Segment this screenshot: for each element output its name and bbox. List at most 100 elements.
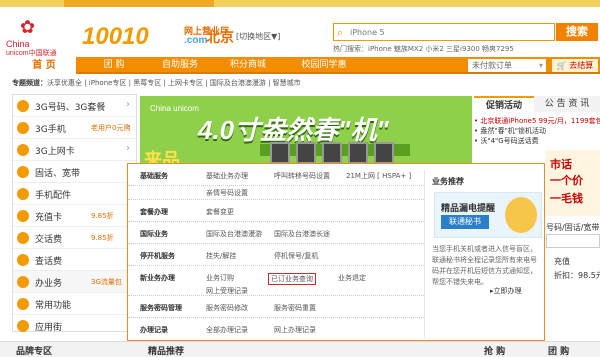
category-label: 交话费 xyxy=(35,235,63,245)
popup-row-head: 国际业务 xyxy=(140,230,168,238)
brand[interactable]: 10010 网上营业厅 .com xyxy=(82,23,229,51)
category-label: 3G上网卡 xyxy=(35,147,75,157)
popup-link[interactable]: 国际及台港澳长途 xyxy=(274,229,330,239)
nav-group-buy[interactable]: 团 购 xyxy=(84,57,144,74)
unpaid-orders[interactable]: 未付款订单 ▾ xyxy=(468,59,546,72)
nav-self-service[interactable]: 自助服务 xyxy=(148,57,212,74)
category-item[interactable]: 3G号码、3G套餐 › xyxy=(13,95,136,117)
popup-link[interactable]: 基础业务办理 xyxy=(206,171,248,181)
search-input[interactable] xyxy=(350,25,550,39)
popup-row: 新业务办理 业务订购 已订业务查询 业务退定 网上受理记录 xyxy=(128,266,424,296)
side-ad[interactable]: 市话 一个价 一毛钱 xyxy=(546,150,600,216)
cart-button[interactable]: 🛒 去结算 xyxy=(552,59,598,72)
popup-recommend: 业务推荐 精品漏电提醒 联通秘书 当您手机关机或者进入信号盲区，联通秘书将全程记… xyxy=(432,164,542,342)
phone-image xyxy=(322,142,342,164)
chevron-right-icon: › xyxy=(126,143,130,154)
popup-row: 服务密码管理 服务密码修改 服务密码重置 xyxy=(128,296,424,318)
banner-logo: China unicom xyxy=(150,104,199,113)
popup-link[interactable]: 停机保号/复机 xyxy=(274,251,318,261)
popup-link[interactable]: 国际及台港澳漫游 xyxy=(206,229,262,239)
category-item[interactable]: 3G手机 老用户0元购 › xyxy=(13,117,136,139)
accessory-icon xyxy=(17,188,29,200)
recommend-ad[interactable]: 精品漏电提醒 联通秘书 xyxy=(434,192,542,238)
business-dropdown: 基础服务 基础业务办理 呼叫转移号码设置 21M上网 [ HSPA+ ] 亲情号… xyxy=(127,163,545,341)
tab-announcements[interactable]: 公 告 资 讯 xyxy=(534,96,600,112)
category-promo: 3G流量包 xyxy=(91,278,122,286)
nav-campus[interactable]: 校园同学惠 xyxy=(284,57,364,74)
nav-points-mall[interactable]: 积分商城 xyxy=(216,57,280,74)
tab-group-buy[interactable]: 团 购 xyxy=(548,344,569,357)
category-label: 常用功能 xyxy=(35,301,72,311)
hot-search[interactable]: 热门搜索：iPhone 魅族MX2 小米2 三星i9300 畅爽7295 xyxy=(333,44,514,54)
brand-domain: .com xyxy=(184,35,208,46)
tab-flash-sale[interactable]: 抢 购 xyxy=(484,344,505,357)
category-item[interactable]: 交话费9.85折› xyxy=(13,227,136,249)
brand-zone-title: 品牌专区 xyxy=(16,347,53,357)
popup-row-head: 停开机服务 xyxy=(140,252,175,260)
category-label: 3G号码、3G套餐 xyxy=(35,103,106,113)
popup-row-head: 新业务办理 xyxy=(140,274,175,282)
promo-banner[interactable]: China unicom 4.0寸盎然春"机" 来品 xyxy=(140,96,472,170)
category-item[interactable]: 查话费› xyxy=(13,249,136,271)
category-promo: 9.85折 xyxy=(91,212,114,220)
popup-link[interactable]: 服务密码修改 xyxy=(206,303,248,313)
category-label: 手机配件 xyxy=(35,191,72,201)
category-item[interactable]: 3G上网卡 › xyxy=(13,139,136,161)
popup-link[interactable]: 套餐变更 xyxy=(206,207,234,217)
main-nav: 首 页 团 购 自助服务 积分商城 校园同学惠 未付款订单 ▾ 🛒 去结算 xyxy=(12,57,600,74)
pay-icon xyxy=(17,232,29,244)
apply-now-link[interactable]: ▸立即办理 xyxy=(490,286,522,296)
category-label: 固话、宽带 xyxy=(35,169,81,179)
category-label: 充值卡 xyxy=(35,213,63,223)
recommend-desc: 当您手机关机或者进入信号盲区，联通秘书将全程记录您所有来电号码并在您开机后短信方… xyxy=(432,245,537,286)
unicom-logo[interactable]: ✿ China unicom中国联通 xyxy=(6,17,76,58)
promo-item[interactable]: • 盎然"春"机"锁机活动 xyxy=(474,126,600,136)
ad-line: 一毛钱 xyxy=(550,192,583,205)
city-label: 北京 xyxy=(206,30,234,46)
category-item[interactable]: 充值卡9.85折› xyxy=(13,205,136,227)
top-banner xyxy=(64,0,214,7)
right-tabs: 促销活动 公 告 资 讯 xyxy=(474,96,600,112)
popup-link[interactable]: 21M上网 [ HSPA+ ] xyxy=(346,171,411,181)
search-button[interactable]: 搜索 xyxy=(556,23,598,41)
popup-link[interactable]: 亲情号码设置 xyxy=(206,188,248,198)
popup-row: 办理记录 全部办理记录 网上办理记录 xyxy=(128,318,424,340)
popup-row: 国际业务 国际及台港澳漫游 国际及台港澳长途 xyxy=(128,222,424,244)
category-item[interactable]: 手机配件› xyxy=(13,183,136,205)
popup-link[interactable]: 挂失/解挂 xyxy=(206,251,236,261)
popup-link[interactable]: 网上受理记录 xyxy=(206,286,248,296)
category-item[interactable]: 应用街› xyxy=(13,315,136,337)
popup-link[interactable]: 业务退定 xyxy=(338,273,366,283)
popup-row: 停开机服务 挂失/解挂 停机保号/复机 xyxy=(128,244,424,266)
popup-link[interactable]: 网上办理记录 xyxy=(274,325,316,335)
business-icon xyxy=(17,276,29,288)
category-label: 查话费 xyxy=(35,257,63,267)
header: ✿ China unicom中国联通 10010 网上营业厅 .com 北京 [… xyxy=(0,7,600,57)
popup-row-head: 办理记录 xyxy=(140,326,168,334)
subnav-label: 专题频道： xyxy=(12,79,47,87)
chevron-right-icon: › xyxy=(126,121,130,132)
popup-link[interactable]: 全部办理记录 xyxy=(206,325,248,335)
popup-link[interactable]: 服务密码重置 xyxy=(274,303,316,313)
category-item-selected[interactable]: 办业务 3G流量包 xyxy=(13,271,136,293)
promo-item[interactable]: • 沃"4"G号码送话费 xyxy=(474,136,600,146)
tab-promotions[interactable]: 促销活动 xyxy=(474,96,534,112)
city-switch-link[interactable]: [切换地区▼] xyxy=(236,31,280,42)
number-icon xyxy=(17,100,29,112)
ad-line: 市话 xyxy=(550,158,572,171)
cart-label: 去结算 xyxy=(569,61,594,70)
popup-link[interactable]: 业务订购 xyxy=(206,273,234,283)
top-strip xyxy=(0,0,600,7)
knot-icon: ✿ xyxy=(20,17,36,38)
subnav-links[interactable]: 沃享优惠全 | iPhone专区 | 黑莓专区 | 上网卡专区 | 国际及台港澳… xyxy=(47,79,301,87)
promo-item[interactable]: • 北京联通iPhone5 99元/月，1199套包手机免费 xyxy=(474,116,600,126)
popup-link[interactable]: 呼叫转移号码设置 xyxy=(274,171,330,181)
bottom-bar: 品牌专区 精品推荐 抢 购 团 购 xyxy=(0,341,600,357)
category-item[interactable]: 常用功能› xyxy=(13,293,136,315)
category-item[interactable]: 固话、宽带› xyxy=(13,161,136,183)
card-icon xyxy=(17,144,29,156)
popup-link-highlighted[interactable]: 已订业务查询 xyxy=(268,273,316,285)
recommend-ad-button[interactable]: 联通秘书 xyxy=(441,215,489,229)
nav-home[interactable]: 首 页 xyxy=(12,57,76,74)
recharge-input[interactable] xyxy=(546,234,600,248)
